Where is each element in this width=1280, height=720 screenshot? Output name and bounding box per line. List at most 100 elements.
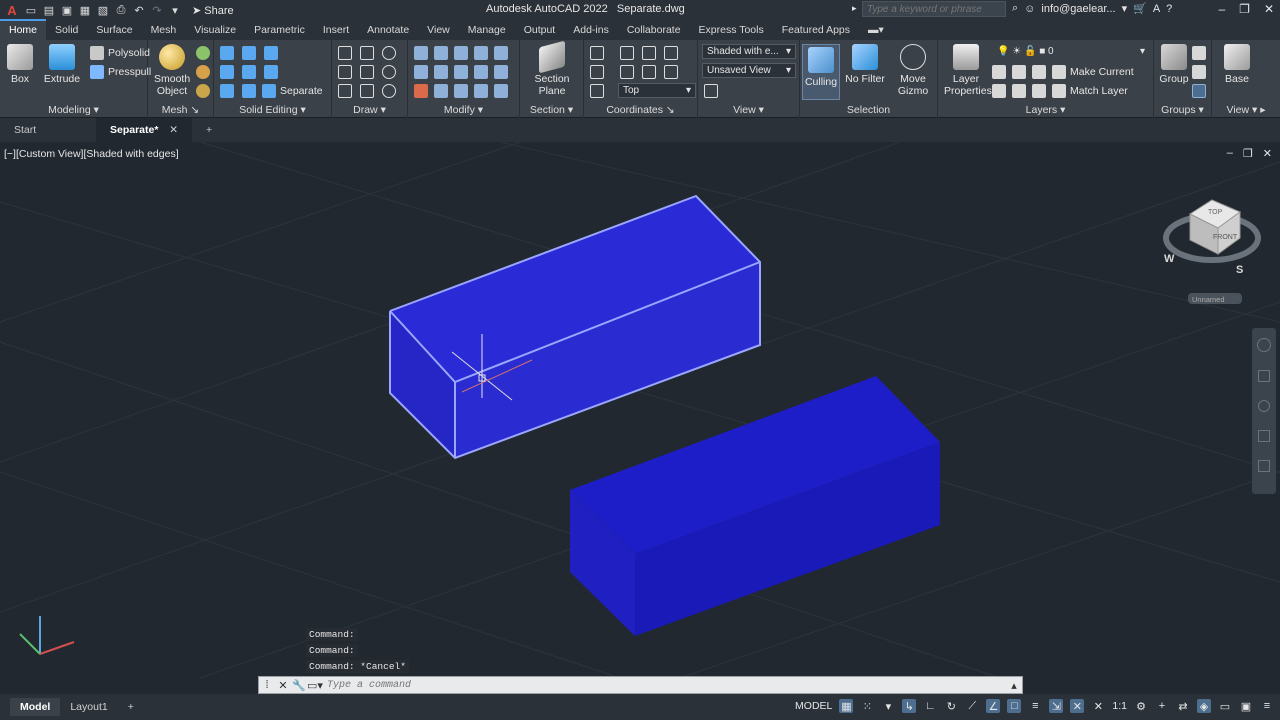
grid-array-icon[interactable] [494, 84, 508, 98]
presspull-button[interactable]: Presspull [90, 65, 151, 79]
tab-visualize[interactable]: Visualize [185, 21, 245, 40]
user-icon[interactable]: ☺ [1024, 3, 1035, 15]
solid-editing-panel-title[interactable]: Solid Editing ▾ [214, 104, 331, 116]
layer-tool2-icon[interactable] [1012, 65, 1026, 79]
visual-style-dropdown[interactable]: Shaded with e... ▾ [702, 44, 796, 59]
command-input[interactable] [323, 679, 1006, 691]
fillet-icon[interactable] [454, 65, 468, 79]
ortho-icon[interactable]: ∟ [923, 699, 937, 713]
match-layer-button[interactable]: Match Layer [1052, 84, 1128, 98]
viewport-config-icon[interactable] [704, 84, 718, 98]
named-view-dropdown[interactable]: Unsaved View ▾ [702, 63, 796, 78]
coordinates-panel-title[interactable]: Coordinates ↘ [584, 104, 697, 116]
viewcube[interactable]: TOP FRONT W S Unnamed [1163, 199, 1261, 304]
viewcube-west-label[interactable]: W [1164, 253, 1175, 265]
new-icon[interactable]: ▭ [24, 3, 38, 17]
slice-icon[interactable] [220, 84, 234, 98]
add-layout-icon[interactable]: + [118, 698, 144, 716]
mirror-icon[interactable] [434, 65, 448, 79]
tab-layout1[interactable]: Layout1 [60, 698, 117, 716]
tab-home[interactable]: Home [0, 19, 47, 40]
annotation-scale[interactable]: 1:1 [1112, 700, 1127, 712]
command-recent-icon[interactable]: ▭▾ [307, 677, 323, 693]
ucs-3point-icon[interactable] [664, 65, 678, 79]
polar-icon[interactable]: ↻ [944, 699, 958, 713]
erase-icon[interactable] [474, 46, 488, 60]
tab-model[interactable]: Model [10, 698, 61, 716]
layer-tool5-icon[interactable] [1012, 84, 1026, 98]
doc-tab-close-icon[interactable]: ✕ [169, 124, 178, 136]
share-button[interactable]: ➤ Share [192, 4, 234, 17]
tab-collaborate[interactable]: Collaborate [618, 21, 690, 40]
solid-box[interactable] [570, 376, 940, 636]
tab-solid[interactable]: Solid [46, 21, 87, 40]
showmotion-icon[interactable] [1258, 460, 1270, 472]
ribbon-options-icon[interactable]: ▬▾ [859, 21, 893, 40]
command-expand-icon[interactable]: ▴ [1006, 677, 1022, 693]
mesh-panel-title[interactable]: Mesh ↘ [148, 104, 213, 116]
arc-icon[interactable] [382, 46, 396, 60]
polysolid-button[interactable]: Polysolid [90, 46, 150, 60]
no-filter-button[interactable]: No Filter [844, 44, 886, 85]
ucs-icon[interactable] [590, 46, 604, 60]
model-space-toggle[interactable]: MODEL [795, 700, 832, 712]
fillet-edge-icon[interactable] [242, 65, 256, 79]
annotation-visibility-icon[interactable]: ✕ [1070, 699, 1085, 713]
redo-icon[interactable]: ↷ [150, 3, 164, 17]
tab-express-tools[interactable]: Express Tools [690, 21, 773, 40]
workspace-gear-icon[interactable]: ⚙ [1134, 699, 1148, 713]
layers-panel-title[interactable]: Layers ▾ [938, 104, 1153, 116]
customization-icon[interactable]: ≡ [1260, 699, 1274, 713]
ucs-face-icon[interactable] [664, 46, 678, 60]
selected-solid-box[interactable] [389, 194, 761, 460]
draworder-icon[interactable] [414, 84, 428, 98]
rectangle-icon[interactable] [360, 84, 374, 98]
tab-insert[interactable]: Insert [314, 21, 358, 40]
doc-tab-separate[interactable]: Separate* ✕ [96, 118, 192, 142]
line-icon[interactable] [338, 46, 352, 60]
qa-dropdown-icon[interactable]: ▾ [168, 3, 182, 17]
explode-icon[interactable] [494, 46, 508, 60]
zoom-icon[interactable] [1258, 400, 1270, 412]
base-button[interactable]: Base [1220, 44, 1254, 85]
search-icon[interactable]: ⌕ [1012, 2, 1018, 15]
command-customize-icon[interactable]: 🔧 [291, 677, 307, 693]
orbit-icon[interactable] [1258, 430, 1270, 442]
model-space[interactable]: TOP FRONT W S Unnamed [0, 142, 1280, 678]
viewport-close-icon[interactable]: ✕ [1263, 147, 1272, 160]
lineweight-icon[interactable]: ≡ [1028, 699, 1042, 713]
doc-tab-start[interactable]: Start [0, 118, 96, 142]
navigation-bar[interactable] [1252, 328, 1276, 494]
section-plane-button[interactable]: Section Plane [532, 40, 572, 97]
make-current-button[interactable]: Make Current [1052, 65, 1134, 79]
mesh-tool2-icon[interactable] [196, 65, 210, 79]
user-dropdown-icon[interactable]: ▾ [1122, 2, 1128, 15]
ucs-previous-icon[interactable] [642, 46, 656, 60]
grid-icon[interactable]: ▦ [839, 699, 854, 713]
selection-panel-title[interactable]: Selection [800, 104, 937, 116]
layer-tool6-icon[interactable] [1032, 84, 1046, 98]
pan-icon[interactable] [1258, 370, 1270, 382]
copy-icon[interactable] [414, 65, 428, 79]
viewport-restore-icon[interactable]: ❐ [1243, 147, 1253, 160]
annotation-monitor-icon[interactable]: + [1155, 699, 1169, 713]
circle-icon[interactable] [382, 65, 396, 79]
object-snap-icon[interactable]: □ [1007, 699, 1022, 713]
layer-properties-button[interactable]: Layer Properties [944, 44, 992, 97]
app-store-icon[interactable]: A [1153, 3, 1160, 15]
viewcube-south-label[interactable]: S [1236, 264, 1243, 276]
spline-icon[interactable] [338, 65, 352, 79]
draw-panel-title[interactable]: Draw ▾ [332, 104, 407, 116]
print-icon[interactable]: ⎙ [114, 3, 128, 17]
object-snap-tracking-icon[interactable]: ∠ [986, 699, 1001, 713]
tab-featured-apps[interactable]: Featured Apps [773, 21, 859, 40]
ucs-dropdown[interactable]: Top ▾ [618, 83, 696, 98]
web-mobile-icon[interactable]: ▧ [96, 3, 110, 17]
steering-wheel-icon[interactable] [1257, 338, 1271, 352]
groups-panel-title[interactable]: Groups ▾ [1154, 104, 1211, 116]
ungroup-icon[interactable] [1192, 46, 1206, 60]
save-icon[interactable]: ▣ [60, 3, 74, 17]
section-panel-title[interactable]: Section ▾ [520, 104, 583, 116]
modeling-panel-title[interactable]: Modeling ▾ [0, 104, 147, 116]
command-line-grip-icon[interactable]: ⁞ [259, 677, 275, 693]
